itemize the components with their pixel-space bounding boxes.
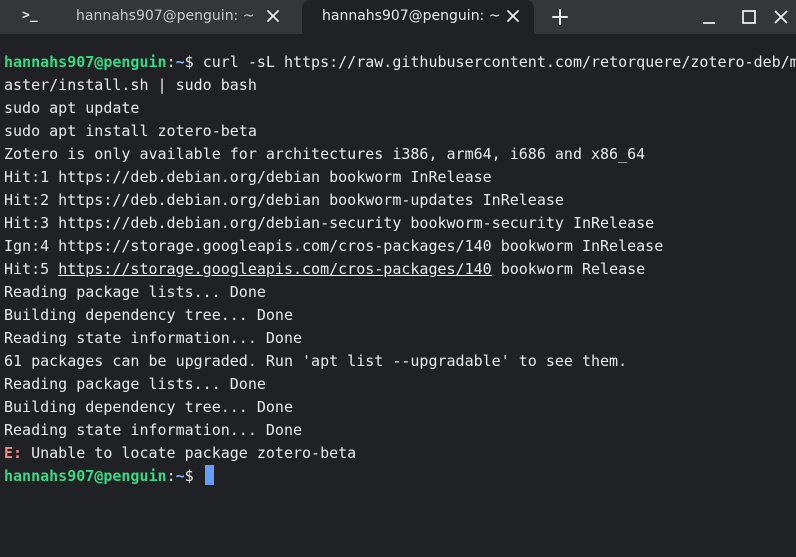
prompt-user: hannahs907@penguin [4,467,167,485]
close-icon[interactable] [264,7,282,25]
output-line: Building dependency tree... Done [4,398,293,416]
tab-label: hannahs907@penguin: ~ [76,8,255,24]
output-line: Reading package lists... Done [4,283,266,301]
output-text: Hit:5 [4,260,59,278]
tab-terminal-1[interactable]: hannahs907@penguin: ~ [56,0,298,34]
error-prefix: E: [4,444,23,462]
terminal-app-icon[interactable]: >_ [22,8,38,23]
plus-icon[interactable] [550,7,570,27]
tab-terminal-2-active[interactable]: hannahs907@penguin: ~ [302,0,534,34]
output-line: Building dependency tree... Done [4,306,293,324]
prompt-separator: : [166,53,176,71]
prompt-path: ~ [175,53,185,71]
prompt-line: hannahs907@penguin:~$ [4,465,796,488]
output-line: Zotero is only available for architectur… [4,145,646,163]
close-icon[interactable] [772,8,790,26]
output-line: sudo apt update [4,99,140,117]
title-bar: >_ hannahs907@penguin: ~ hannahs907@peng… [0,0,796,34]
prompt-separator: : [166,467,176,485]
error-message: Unable to locate package zotero-beta [22,444,357,462]
output-line: Reading state information... Done [4,421,303,439]
terminal-output[interactable]: hannahs907@penguin:~$ curl -sL https://r… [4,51,796,488]
terminal-link[interactable]: https://storage.googleapis.com/cros-pack… [58,260,491,278]
output-text: bookworm Release [491,260,646,278]
close-icon[interactable] [504,7,522,25]
output-line: Reading package lists... Done [4,375,266,393]
output-line: Hit:1 https://deb.debian.org/debian book… [4,168,492,186]
prompt-path: ~ [175,467,185,485]
tab-label: hannahs907@penguin: ~ [322,8,501,24]
prompt-end: $ [184,467,203,485]
command-line: hannahs907@penguin:~$ curl -sL https://r… [4,51,796,74]
command-text: curl -sL https://raw.githubusercontent.c… [202,53,796,71]
output-line: Hit:2 https://deb.debian.org/debian book… [4,191,564,209]
output-line: Hit:5 https://storage.googleapis.com/cro… [4,258,796,281]
error-line: E: Unable to locate package zotero-beta [4,442,796,465]
prompt-user: hannahs907@penguin [4,53,167,71]
minimize-icon[interactable] [700,8,718,26]
maximize-icon[interactable] [740,8,758,26]
output-line: Reading state information... Done [4,329,303,347]
output-line: Hit:3 https://deb.debian.org/debian-secu… [4,214,655,232]
command-continuation: aster/install.sh | sudo bash [4,76,257,94]
output-line: sudo apt install zotero-beta [4,122,257,140]
prompt-end: $ [184,53,203,71]
output-line: Ign:4 https://storage.googleapis.com/cro… [4,237,664,255]
text-cursor [204,465,214,485]
output-line: 61 packages can be upgraded. Run 'apt li… [4,352,628,370]
